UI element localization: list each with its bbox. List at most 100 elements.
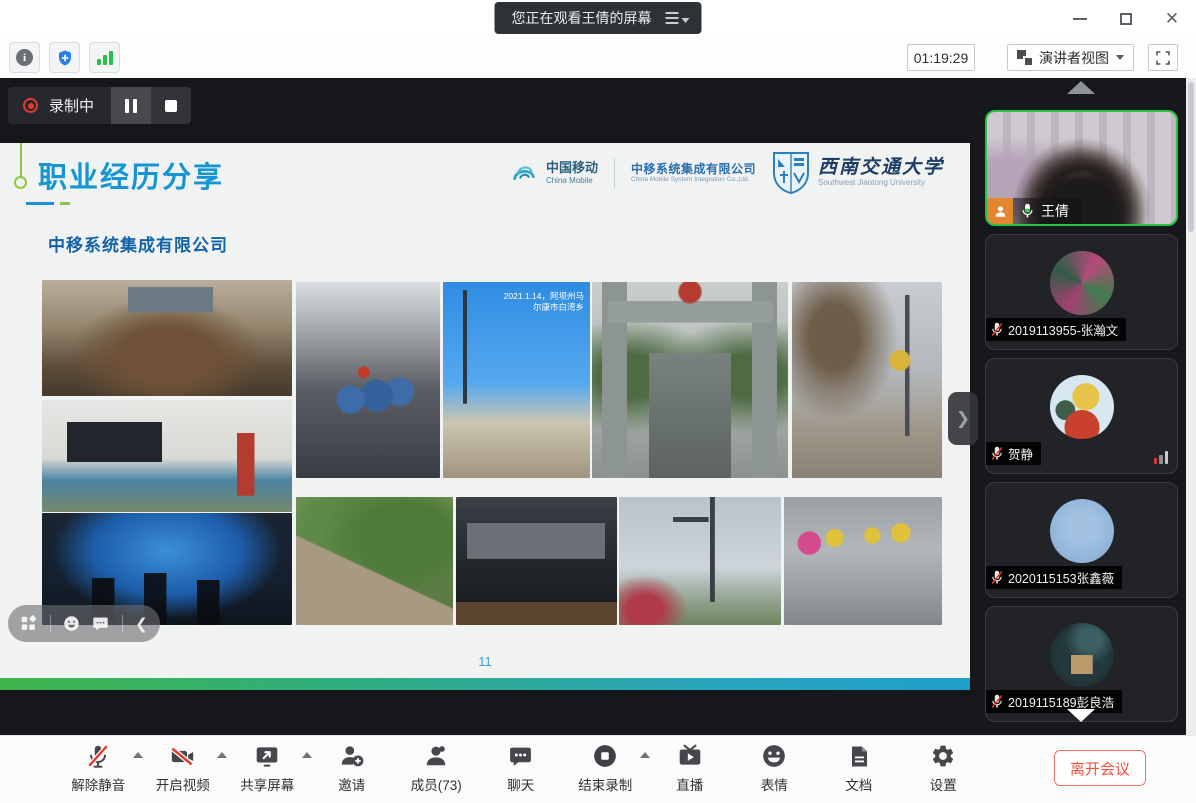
next-page-handle[interactable]: ❯ [948, 392, 978, 445]
integrator-cn: 中移系统集成有限公司 [631, 162, 756, 176]
chat-icon [508, 744, 533, 769]
share-screen-button[interactable]: 共享屏幕 [225, 742, 310, 794]
slide-bottom-bar [0, 678, 970, 690]
swjtu-shield-icon [772, 151, 810, 195]
mic-muted-icon [991, 446, 1003, 461]
emoji-button[interactable]: 表情 [732, 742, 817, 794]
fullscreen-icon [1155, 50, 1171, 66]
recording-dot-icon [23, 98, 38, 113]
presenter-badge-icon [987, 198, 1013, 224]
participant-tile[interactable]: 2019115189彭良浩 [985, 606, 1178, 722]
chat-button[interactable]: 聊天 [479, 742, 564, 794]
titlebar: 您正在观看王倩的屏幕 ✕ [0, 0, 1196, 37]
view-mode-dropdown[interactable]: 演讲者视图 [1007, 44, 1134, 71]
members-icon [423, 743, 449, 769]
photo-stairs-gate [592, 282, 788, 478]
stop-recording-label: 结束录制 [578, 774, 632, 794]
security-button[interactable] [49, 42, 80, 73]
unmute-button[interactable]: 解除静音 [56, 742, 141, 794]
china-mobile-en: China Mobile [546, 176, 598, 185]
photo-equipment-room [296, 282, 440, 478]
hamburger-icon [666, 12, 679, 24]
scroll-up-arrow[interactable] [1067, 81, 1095, 94]
mic-muted-icon [991, 322, 1003, 337]
emoji-reaction-icon[interactable] [63, 615, 80, 632]
chevron-down-icon [1116, 55, 1124, 60]
slide-title: 职业经历分享 [38, 154, 224, 196]
meeting-timer: 01:19:29 [907, 44, 975, 71]
maximize-button[interactable] [1118, 11, 1134, 27]
invite-button[interactable]: 邀请 [310, 742, 395, 794]
participant-name: 2019113955-张瀚文 [1008, 320, 1118, 339]
photo-hillside-camera [792, 282, 942, 478]
meeting-info-button[interactable]: i [9, 42, 40, 73]
emoji-label: 表情 [761, 774, 788, 794]
topbar-right-group: 01:19:29 演讲者视图 [907, 44, 1178, 71]
stop-recording-toolbar-button[interactable]: 结束录制 [563, 742, 648, 794]
fullscreen-button[interactable] [1148, 44, 1178, 71]
mic-muted-icon [991, 694, 1003, 709]
settings-button[interactable]: 设置 [901, 742, 986, 794]
mic-muted-icon [85, 743, 111, 769]
mic-muted-icon [991, 570, 1003, 585]
photo-meeting-room [42, 280, 292, 396]
screen-share-title: 您正在观看王倩的屏幕 [512, 8, 652, 28]
avatar [1050, 375, 1114, 439]
scroll-down-arrow[interactable] [1067, 709, 1095, 722]
avatar [1050, 623, 1114, 687]
participant-tile[interactable]: 2020115153张鑫薇 [985, 482, 1178, 598]
close-button[interactable]: ✕ [1164, 11, 1180, 27]
pause-recording-button[interactable] [111, 87, 151, 124]
bottom-toolbar: 解除静音 开启视频 [0, 735, 1196, 803]
slide-page-number: 11 [0, 654, 970, 669]
minimize-button[interactable] [1072, 11, 1088, 27]
camera-off-icon [169, 743, 196, 770]
stop-recording-button[interactable] [151, 87, 191, 124]
start-video-label: 开启视频 [156, 774, 210, 794]
participant-tile-video[interactable]: 王倩 [985, 110, 1178, 226]
divider [50, 615, 51, 633]
banner-menu-icon[interactable] [666, 12, 690, 24]
window-controls: ✕ [1072, 0, 1180, 37]
collapse-left-icon[interactable]: ❮ [135, 615, 148, 633]
view-mode-label: 演讲者视图 [1039, 48, 1109, 68]
signal-bars-icon [97, 51, 113, 65]
participant-name: 2020115153张鑫薇 [1008, 568, 1114, 587]
integrator-en: China Mobile System Integration Co.,Ltd. [631, 176, 756, 184]
china-mobile-logo-group: 中国移动 China Mobile [509, 158, 598, 188]
sidebar-scrollbar[interactable] [1186, 78, 1196, 735]
photo-screen-installation [42, 400, 292, 512]
participant-tile[interactable]: 贺静 [985, 358, 1178, 474]
avatar [1050, 499, 1114, 563]
mic-on-icon [1021, 203, 1034, 219]
participant-name: 2019115189彭良浩 [1008, 692, 1114, 711]
swjtu-en: Southwest Jiaotong University [818, 179, 944, 188]
china-mobile-logo-icon [509, 158, 539, 188]
layout-icon [1017, 50, 1032, 65]
stop-record-icon [592, 743, 618, 769]
leave-meeting-button[interactable]: 离开会议 [1054, 750, 1146, 786]
slide-underline-green [60, 202, 70, 205]
members-button[interactable]: 成员(73) [394, 742, 479, 794]
share-screen-label: 共享屏幕 [240, 774, 294, 794]
china-mobile-cn: 中国移动 [546, 161, 598, 176]
chevron-down-icon [682, 18, 690, 23]
chat-bubble-icon[interactable] [92, 615, 109, 632]
slide-subtitle: 中移系统集成有限公司 [48, 231, 228, 256]
document-icon [847, 744, 871, 769]
network-quality-button[interactable] [89, 42, 120, 73]
slide-underline-blue [26, 202, 54, 205]
avatar [1050, 251, 1114, 315]
photo-camera-pole [619, 497, 781, 625]
participant-tile[interactable]: 2019113955-张瀚文 [985, 234, 1178, 350]
settings-label: 设置 [930, 774, 957, 794]
unmute-label: 解除静音 [71, 774, 125, 794]
start-video-button[interactable]: 开启视频 [141, 742, 226, 794]
participant-name: 贺静 [1008, 444, 1033, 463]
gear-icon [930, 743, 956, 769]
invite-label: 邀请 [338, 774, 365, 794]
layout-switch-icon[interactable] [20, 615, 37, 632]
live-button[interactable]: 直播 [648, 742, 733, 794]
swjtu-cn: 西南交通大学 [818, 158, 944, 179]
docs-button[interactable]: 文档 [817, 742, 902, 794]
